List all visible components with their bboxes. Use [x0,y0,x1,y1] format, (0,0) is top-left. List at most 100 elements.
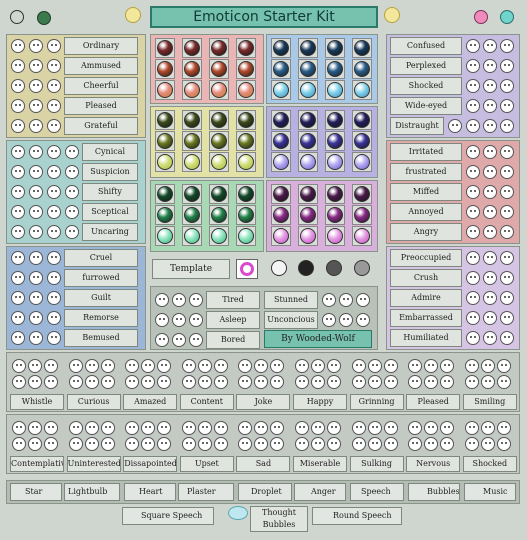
orb [354,228,370,244]
face-label: Contemplative [10,456,64,472]
orb [211,154,227,170]
label-ammused: Ammused [64,57,138,75]
orb-cell [298,38,318,58]
label-pleased: Pleased [64,97,138,115]
orb [211,40,227,56]
emoticon-face [448,119,462,133]
emoticon-face [197,437,212,451]
face-label: Shocked [462,456,517,472]
orb-cell [236,59,256,79]
orb-cell [352,152,372,172]
label-perplexed: Perplexed [390,57,462,75]
emoticon-face [483,185,497,199]
orb-cell [325,205,345,225]
emoticon-face [181,375,196,389]
orb-cell [155,226,175,246]
emoticon-face [172,333,186,347]
orb-cell [182,110,202,130]
emoticon-face [367,421,382,435]
orb-cell [236,184,256,204]
emoticon-face [351,421,366,435]
item-plaster: Plaster [178,483,234,501]
sun-icon [125,7,141,23]
label-shocked: Shocked [390,77,462,95]
emoticon-face [367,375,382,389]
label-uncaring: Uncaring [82,223,138,241]
emoticon-face [480,359,495,373]
emoticon-face [84,421,99,435]
ghost-icon [10,10,24,24]
emoticon-face [464,437,479,451]
face-label: Pleased [406,394,461,410]
thought-bubbles-label: Thought Bubbles [250,506,308,532]
emoticon-face [11,119,25,133]
orb-cell [236,38,256,58]
emoticon-face [483,205,497,219]
orb [300,228,316,244]
emoticon-face [11,79,25,93]
emoticon-face [11,205,25,219]
orb-cell [325,226,345,246]
emoticon-face [47,311,61,325]
emoticon-face [496,359,511,373]
orb-cell [298,131,318,151]
emoticon-face [181,421,196,435]
emoticon-face [29,99,43,113]
emoticon-face [383,437,398,451]
emoticon-face [28,375,42,389]
orb-cell [271,38,291,58]
emoticon-face [311,359,325,373]
emoticon-face [29,185,43,199]
orb [327,207,343,223]
label-template: Template [152,259,230,279]
face-label: Content [179,394,234,410]
orb [211,82,227,98]
face-label: Amazed [123,394,178,410]
orb-cell [182,184,202,204]
orb [273,61,289,77]
orb-cell [352,80,372,100]
emoticon-face [47,251,61,265]
orb [238,186,254,202]
orb [157,82,173,98]
face-label: Smiling [462,394,517,410]
label-sceptical: Sceptical [82,203,138,221]
orb [354,133,370,149]
orb [327,40,343,56]
emoticon-face [181,359,196,373]
orb-cell [155,38,175,58]
orb [327,61,343,77]
rainbow-swatch-icon [236,259,258,279]
emoticon-face [466,39,480,53]
emoticon-face [500,331,514,345]
orb [327,228,343,244]
orb-cell [155,131,175,151]
label-wide-eyed: Wide-eyed [390,97,462,115]
emoticon-face [68,437,83,451]
emoticon-face [295,421,309,435]
orb-cell [325,184,345,204]
emoticon-face [47,59,61,73]
item-music: Music [464,483,516,501]
orb [327,112,343,128]
orb-cell [155,59,175,79]
emoticon-face [500,225,514,239]
orb-cell [155,80,175,100]
orb-cell [155,184,175,204]
emoticon-face [500,291,514,305]
orb [327,154,343,170]
emoticon-face [500,145,514,159]
item-bubbles: Bubbles [408,483,460,501]
orb-cell [155,110,175,130]
emoticon-face [480,375,495,389]
emoticon-face [172,293,186,307]
template-orb-grey [354,260,370,276]
emoticon-face [466,271,480,285]
emoticon-face [11,99,25,113]
emoticon-face [483,79,497,93]
emoticon-face [483,165,497,179]
emoticon-face [47,205,61,219]
emoticon-face [44,437,58,451]
emoticon-face [181,437,196,451]
face-label: Sad [236,456,291,472]
